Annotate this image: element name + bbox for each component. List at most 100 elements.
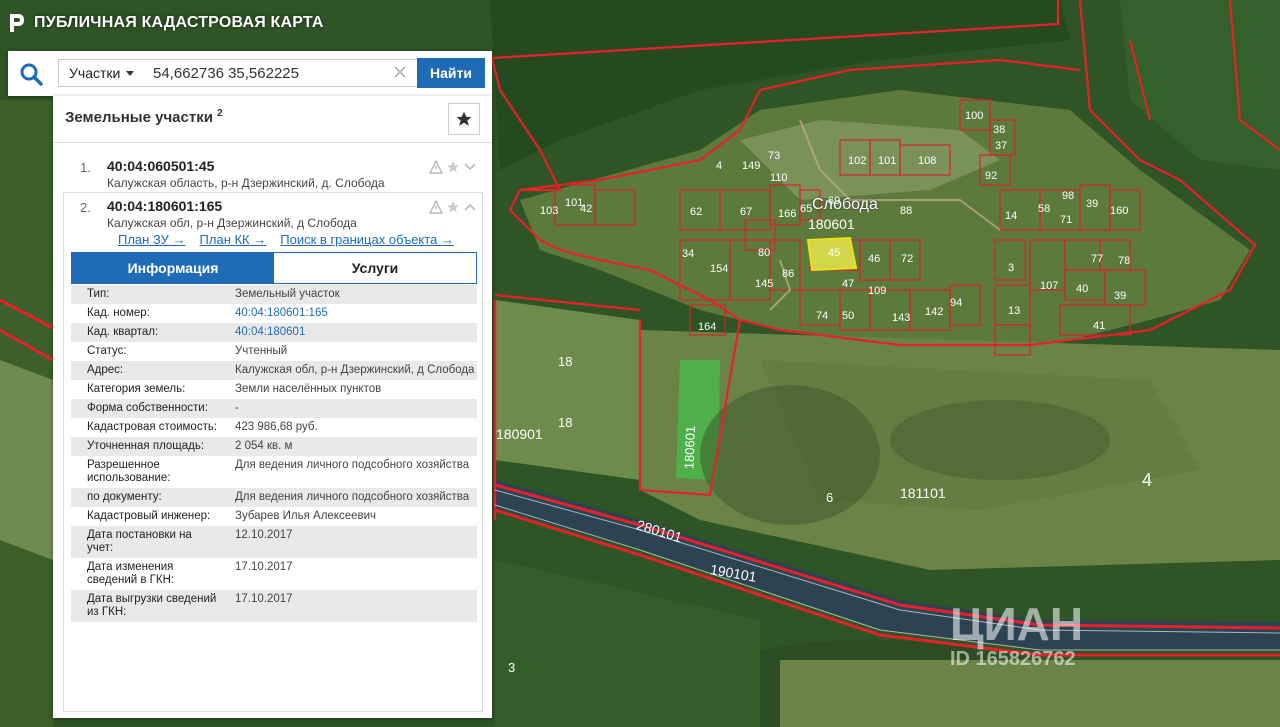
result-number: 1.: [80, 160, 91, 175]
parcel-number-label: 149: [742, 160, 761, 172]
parcel-number-label: 18: [558, 415, 573, 430]
parcel-number-label: 38: [993, 124, 1006, 136]
info-value: 17.10.2017: [235, 593, 293, 605]
parcel-number-label: 74: [816, 310, 829, 322]
find-button[interactable]: Найти: [417, 58, 485, 88]
info-key: Кадастровая стоимость:: [87, 421, 218, 433]
clear-icon[interactable]: [393, 65, 407, 79]
divider: [53, 142, 492, 143]
search-icon[interactable]: [18, 61, 44, 87]
parcel-number-label: 4: [1142, 470, 1153, 490]
village-label: Слобода: [812, 196, 878, 213]
info-row: Дата постановки на учет: 12.10.2017: [71, 526, 477, 558]
parcel-number-label: 154: [710, 263, 729, 275]
parcel-number-label: 110: [770, 172, 788, 184]
watermark-id: ID 165826762: [950, 648, 1076, 670]
parcel-number-label: 71: [1060, 214, 1073, 226]
parcel-number-label: 109: [868, 285, 887, 297]
favorite-button[interactable]: [448, 103, 480, 135]
info-value[interactable]: 40:04:180601:165: [221, 304, 477, 323]
info-key: Кад. квартал:: [87, 326, 159, 338]
parcel-number-label: 65: [800, 203, 813, 215]
star-icon: [456, 111, 472, 126]
search-bar: Участки Найти: [8, 51, 492, 96]
parcel-number-label: 4: [716, 160, 723, 172]
parcel-number-label: 34: [682, 248, 695, 260]
info-key: Категория земель:: [87, 383, 186, 395]
result-cadastral-number[interactable]: 40:04:180601:165: [107, 198, 222, 214]
plan-zu-link[interactable]: План ЗУ →: [118, 232, 186, 247]
result-item-2[interactable]: 2. 40:04:180601:165 Калужская обл, р-н Д…: [65, 198, 485, 230]
parcel-number-label: 80: [758, 247, 771, 259]
info-key: Статус:: [87, 345, 127, 357]
tab-services[interactable]: Услуги: [274, 253, 476, 283]
search-in-bounds-link[interactable]: Поиск в границах объекта →: [280, 232, 454, 247]
star-icon[interactable]: [446, 200, 460, 214]
info-row: Дата изменения сведений в ГКН: 17.10.2017: [71, 558, 477, 590]
result-item-1[interactable]: 1. 40:04:060501:45 Калужская область, р-…: [65, 158, 485, 190]
parcel-number-label: 18: [558, 354, 573, 369]
results-panel: Земельные участки 2 1. 40:04:060501:45 К…: [53, 96, 492, 718]
warning-icon: [429, 160, 443, 174]
warning-icon: [429, 200, 443, 214]
info-row: Кад. номер: 40:04:180601:165: [71, 304, 477, 323]
chevron-up-icon[interactable]: [463, 200, 477, 214]
info-row: Адрес: Калужская обл, р-н Дзержинский, д …: [71, 361, 477, 380]
info-key: Кад. номер:: [87, 307, 150, 319]
parcel-number-label: 78: [1118, 255, 1131, 267]
parcel-number-label: 40: [1076, 283, 1089, 295]
parcel-number-label: 98: [1062, 190, 1075, 202]
watermark-logo: ЦИАН: [950, 598, 1084, 650]
parcel-number-label: 6: [826, 490, 834, 505]
results-title-text: Земельные участки: [65, 109, 213, 126]
info-value: Для ведения личного подсобного хозяйства: [235, 459, 470, 471]
chevron-down-icon: [126, 70, 135, 76]
result-cadastral-number[interactable]: 40:04:060501:45: [107, 158, 214, 174]
parcel-number-label: 41: [1093, 320, 1106, 332]
parcel-number-label: 166: [778, 208, 797, 220]
parcel-number-label: 14: [1005, 210, 1018, 222]
info-row: Статус: Учтенный: [71, 342, 477, 361]
info-table: Тип: Земельный участок Кад. номер: 40:04:18…: [71, 285, 477, 622]
parcel-number-label: 42: [580, 203, 593, 215]
parcel-number-label: 94: [950, 297, 963, 309]
parcel-number-label: 102: [848, 155, 867, 167]
parcel-number-label: 47: [842, 278, 855, 290]
object-links: План ЗУ → План КК → Поиск в границах объ…: [118, 232, 454, 247]
info-key: Разрешенное использование:: [87, 459, 171, 484]
info-key: Дата изменения сведений в ГКН:: [87, 561, 175, 586]
parcel-number-label: 39: [1086, 198, 1099, 210]
parcel-number-label: 50: [842, 310, 855, 322]
info-value: 423 986,68 руб.: [235, 421, 318, 433]
parcel-number-label: 103: [540, 205, 559, 217]
chevron-down-icon[interactable]: [463, 160, 477, 174]
parcel-number-label: 88: [900, 205, 913, 217]
search-input[interactable]: [141, 59, 418, 87]
parcel-number-label: 67: [740, 206, 753, 218]
star-icon[interactable]: [446, 160, 460, 174]
info-value: Зубарев Илья Алексеевич: [235, 510, 377, 522]
info-value: Земельный участок: [235, 288, 340, 300]
plan-kk-link[interactable]: План КК →: [200, 232, 267, 247]
parcel-number-label: 62: [690, 206, 703, 218]
result-address: Калужская область, р-н Дзержинский, д. С…: [107, 176, 385, 190]
search-type-dropdown[interactable]: Участки: [58, 59, 142, 87]
info-value[interactable]: 40:04:180601: [221, 323, 477, 342]
quarter-label-180901: 180901: [496, 426, 543, 442]
parcel-number-label: 3: [1008, 262, 1015, 274]
info-key: Форма собственности:: [87, 402, 208, 414]
info-row: Разрешенное использование: Для ведения ли…: [71, 456, 477, 488]
info-tabs: Информация Услуги: [71, 252, 477, 284]
parcel-number-label: 46: [868, 253, 881, 265]
rosreestr-logo-icon: [10, 14, 24, 32]
parcel-number-label: 100: [965, 110, 984, 122]
tab-information[interactable]: Информация: [72, 253, 274, 283]
info-key: Дата постановки на учет:: [87, 529, 192, 554]
info-row: Кадастровый инженер: Зубарев Илья Алексее…: [71, 507, 477, 526]
parcel-number-label: 45: [828, 247, 841, 259]
parcel-number-label: 160: [1110, 205, 1129, 217]
results-title: Земельные участки 2: [65, 108, 223, 126]
parcel-number-label: 145: [755, 278, 774, 290]
parcel-number-label: 3: [508, 660, 516, 675]
result-number: 2.: [80, 200, 91, 215]
